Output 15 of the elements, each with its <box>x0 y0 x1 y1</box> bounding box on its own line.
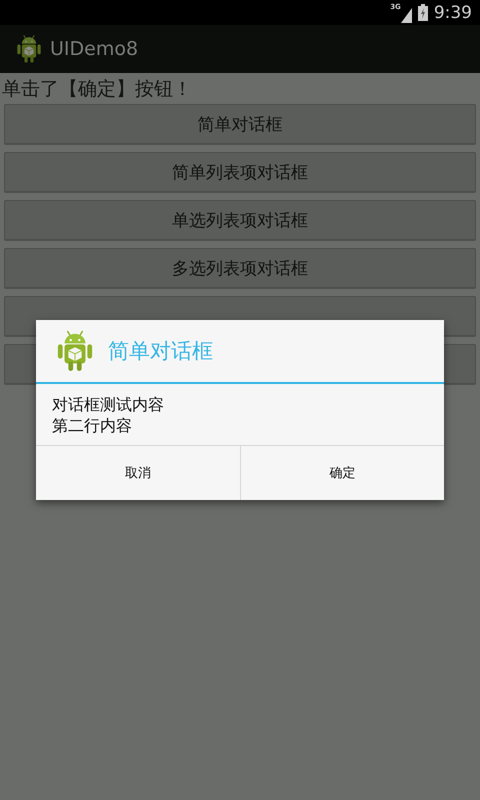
dialog-message: 对话框测试内容 第二行内容 <box>51 394 165 437</box>
signal-icon <box>400 8 412 22</box>
result-message: 单击了【确定】按钮！ <box>1 77 193 102</box>
dialog-button[interactable]: 简单对话框 <box>4 104 476 144</box>
clock-time: 9:39 <box>434 2 472 22</box>
dialog-action-button[interactable]: 取消 <box>36 446 240 500</box>
dialog-button[interactable]: 简单列表项对话框 <box>4 152 476 192</box>
dialog-title: 简单对话框 <box>108 338 213 365</box>
app-icon <box>16 34 42 64</box>
battery-icon <box>418 4 428 21</box>
dialog-action-button[interactable]: 确定 <box>240 446 444 500</box>
dialog-button[interactable]: 多选列表项对话框 <box>4 248 476 288</box>
android-icon <box>56 329 94 373</box>
dialog-button[interactable]: 单选列表项对话框 <box>4 200 476 240</box>
app-title: UIDemo8 <box>50 38 138 60</box>
